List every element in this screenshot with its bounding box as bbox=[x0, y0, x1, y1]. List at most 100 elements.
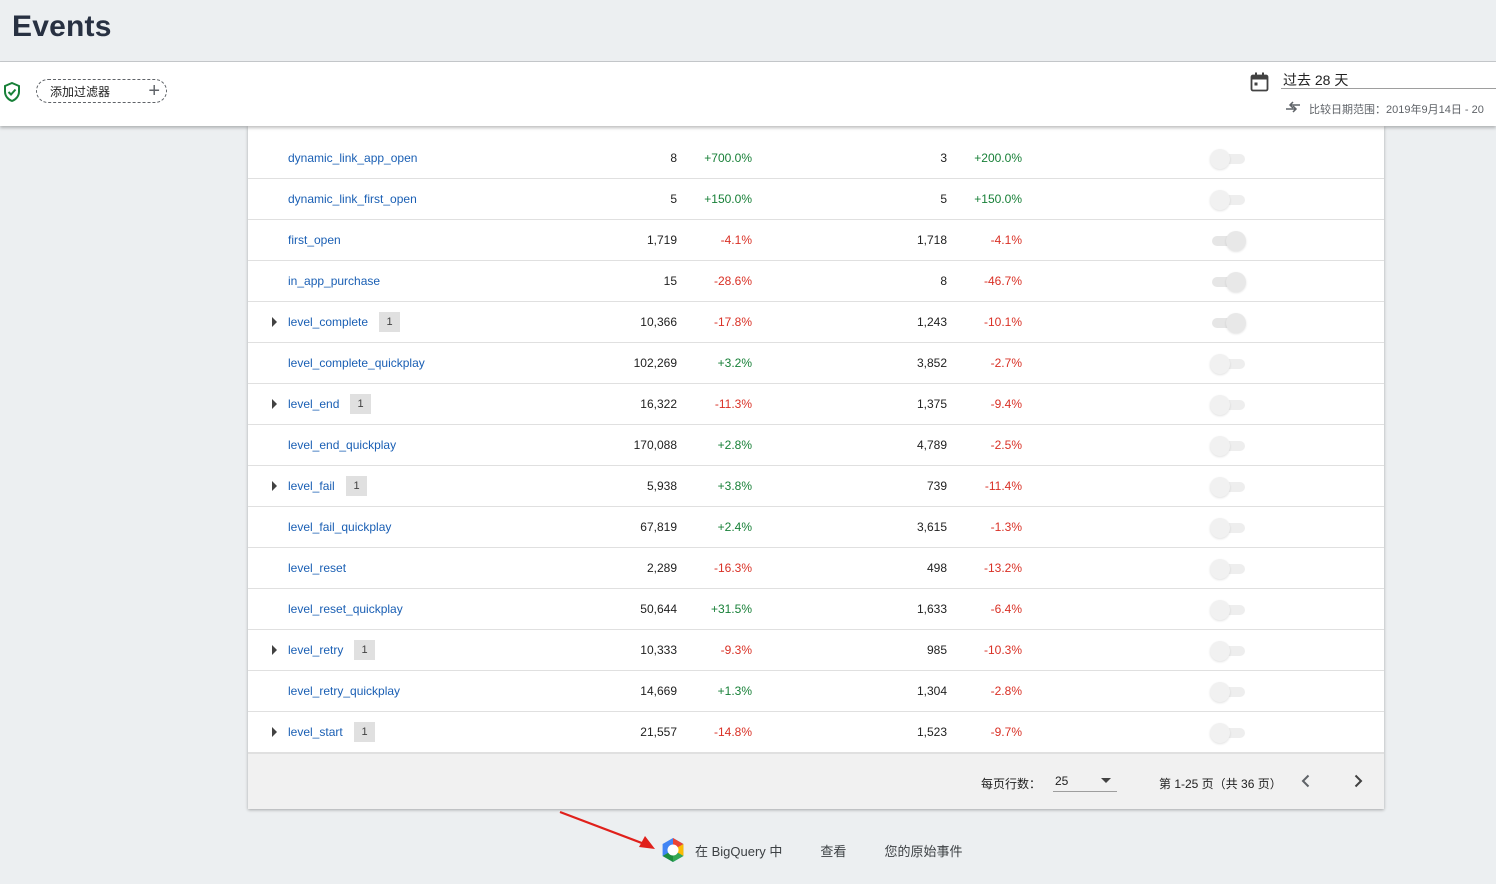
calendar-icon[interactable] bbox=[1250, 72, 1269, 92]
expand-arrow-icon[interactable] bbox=[272, 645, 277, 655]
table-row: level_fail 1 5,938 +3.8% 739 -11.4% bbox=[248, 466, 1384, 507]
event-name-link[interactable]: level_end_quickplay bbox=[288, 438, 396, 452]
event-name-link[interactable]: level_reset_quickplay bbox=[288, 602, 403, 616]
event-count-cell: 1,719 bbox=[646, 233, 677, 247]
event-name-link[interactable]: level_end bbox=[288, 397, 339, 411]
view-in-bigquery-link[interactable]: 在 BigQuery 中 查看 您的原始事件 bbox=[660, 836, 962, 864]
event-count-change-cell: +3.8% bbox=[717, 479, 752, 493]
event-name-link[interactable]: level_fail_quickplay bbox=[288, 520, 391, 534]
table-row: in_app_purchase 15 -28.6% 8 -46.7% bbox=[248, 261, 1384, 302]
event-count-cell: 5 bbox=[670, 192, 677, 206]
users-change-cell: -10.3% bbox=[983, 643, 1022, 657]
conversion-toggle[interactable] bbox=[1210, 190, 1246, 210]
event-name-link[interactable]: level_retry_quickplay bbox=[288, 684, 400, 698]
conversion-toggle[interactable] bbox=[1210, 436, 1246, 456]
table-pagination-footer: 每页行数： 25 第 1-25 页（共 36 页） bbox=[248, 753, 1384, 809]
table-row: level_fail_quickplay 67,819 +2.4% 3,615 -1.3… bbox=[248, 507, 1384, 548]
event-count-change-cell: +150.0% bbox=[704, 192, 752, 206]
toggle-knob bbox=[1226, 272, 1246, 292]
date-range-underline bbox=[1281, 88, 1496, 89]
event-count-cell: 67,819 bbox=[640, 520, 677, 534]
event-count-cell: 15 bbox=[663, 274, 677, 288]
expand-arrow-icon[interactable] bbox=[272, 481, 277, 491]
event-count-cell: 16,322 bbox=[640, 397, 677, 411]
chevron-right-icon[interactable] bbox=[1347, 770, 1369, 792]
event-name-link[interactable]: level_reset bbox=[288, 561, 346, 575]
table-row: dynamic_link_first_open 5 +150.0% 5 +150.0% bbox=[248, 179, 1384, 220]
toggle-knob bbox=[1210, 559, 1230, 579]
add-filter-button[interactable]: 添加过滤器 + bbox=[36, 79, 167, 103]
date-range-selector[interactable]: 过去 28 天 bbox=[1283, 70, 1348, 90]
event-count-cell: 2,289 bbox=[646, 561, 677, 575]
toggle-knob bbox=[1210, 395, 1230, 415]
event-count-change-cell: +3.2% bbox=[717, 356, 752, 370]
users-change-cell: -2.8% bbox=[990, 684, 1022, 698]
users-count-cell: 985 bbox=[926, 643, 947, 657]
users-change-cell: -2.5% bbox=[990, 438, 1022, 452]
event-count-cell: 10,366 bbox=[640, 315, 677, 329]
parameter-count-badge: 1 bbox=[354, 640, 375, 660]
event-count-cell: 170,088 bbox=[633, 438, 677, 452]
filter-bar bbox=[0, 62, 1496, 126]
parameter-count-badge: 1 bbox=[354, 722, 375, 742]
event-count-change-cell: +31.5% bbox=[710, 602, 752, 616]
toggle-knob bbox=[1210, 149, 1230, 169]
table-row: level_retry 1 10,333 -9.3% 985 -10.3% bbox=[248, 630, 1384, 671]
event-count-change-cell: +1.3% bbox=[717, 684, 752, 698]
toggle-knob bbox=[1210, 190, 1230, 210]
event-name-link[interactable]: level_complete_quickplay bbox=[288, 356, 425, 370]
event-count-cell: 5,938 bbox=[646, 479, 677, 493]
toggle-knob bbox=[1210, 682, 1230, 702]
page-title: Events bbox=[12, 10, 112, 43]
event-count-cell: 102,269 bbox=[633, 356, 677, 370]
users-count-cell: 5 bbox=[940, 192, 947, 206]
event-count-change-cell: +2.8% bbox=[717, 438, 752, 452]
conversion-toggle[interactable] bbox=[1210, 313, 1246, 333]
bigquery-text-part3: 您的原始事件 bbox=[884, 843, 963, 859]
chevron-left-icon[interactable] bbox=[1295, 770, 1317, 792]
table-row: first_open 1,719 -4.1% 1,718 -4.1% bbox=[248, 220, 1384, 261]
users-count-cell: 1,304 bbox=[916, 684, 947, 698]
rows-per-page-select[interactable]: 25 bbox=[1053, 772, 1117, 792]
users-count-cell: 4,789 bbox=[916, 438, 947, 452]
conversion-toggle[interactable] bbox=[1210, 231, 1246, 251]
event-name-link[interactable]: first_open bbox=[288, 233, 341, 247]
expand-arrow-icon[interactable] bbox=[272, 727, 277, 737]
toggle-knob bbox=[1226, 231, 1246, 251]
conversion-toggle[interactable] bbox=[1210, 559, 1246, 579]
event-count-change-cell: -17.8% bbox=[713, 315, 752, 329]
event-count-change-cell: -16.3% bbox=[713, 561, 752, 575]
event-name-link[interactable]: level_fail bbox=[288, 479, 335, 493]
event-name-link[interactable]: level_retry bbox=[288, 643, 343, 657]
event-name-link[interactable]: level_start bbox=[288, 725, 343, 739]
expand-arrow-icon[interactable] bbox=[272, 399, 277, 409]
users-count-cell: 3,852 bbox=[916, 356, 947, 370]
event-name-link[interactable]: in_app_purchase bbox=[288, 274, 380, 288]
users-count-cell: 1,243 bbox=[916, 315, 947, 329]
conversion-toggle[interactable] bbox=[1210, 395, 1246, 415]
conversion-toggle[interactable] bbox=[1210, 723, 1246, 743]
conversion-toggle[interactable] bbox=[1210, 477, 1246, 497]
users-count-cell: 1,718 bbox=[916, 233, 947, 247]
table-row: level_retry_quickplay 14,669 +1.3% 1,304 -2.… bbox=[248, 671, 1384, 712]
users-count-cell: 3 bbox=[940, 151, 947, 165]
expand-arrow-icon[interactable] bbox=[272, 317, 277, 327]
event-name-link[interactable]: dynamic_link_first_open bbox=[288, 192, 417, 206]
users-count-cell: 739 bbox=[926, 479, 947, 493]
event-name-link[interactable]: dynamic_link_app_open bbox=[288, 151, 417, 165]
conversion-toggle[interactable] bbox=[1210, 641, 1246, 661]
toggle-knob bbox=[1210, 436, 1230, 456]
conversion-toggle[interactable] bbox=[1210, 149, 1246, 169]
conversion-toggle[interactable] bbox=[1210, 600, 1246, 620]
conversion-toggle[interactable] bbox=[1210, 518, 1246, 538]
conversion-toggle[interactable] bbox=[1210, 682, 1246, 702]
event-count-change-cell: -28.6% bbox=[713, 274, 752, 288]
conversion-toggle[interactable] bbox=[1210, 272, 1246, 292]
users-change-cell: +200.0% bbox=[974, 151, 1022, 165]
users-count-cell: 1,523 bbox=[916, 725, 947, 739]
plus-icon: + bbox=[148, 80, 160, 102]
table-row: level_end_quickplay 170,088 +2.8% 4,789 -2.5… bbox=[248, 425, 1384, 466]
event-name-link[interactable]: level_complete bbox=[288, 315, 368, 329]
users-change-cell: -13.2% bbox=[983, 561, 1022, 575]
conversion-toggle[interactable] bbox=[1210, 354, 1246, 374]
